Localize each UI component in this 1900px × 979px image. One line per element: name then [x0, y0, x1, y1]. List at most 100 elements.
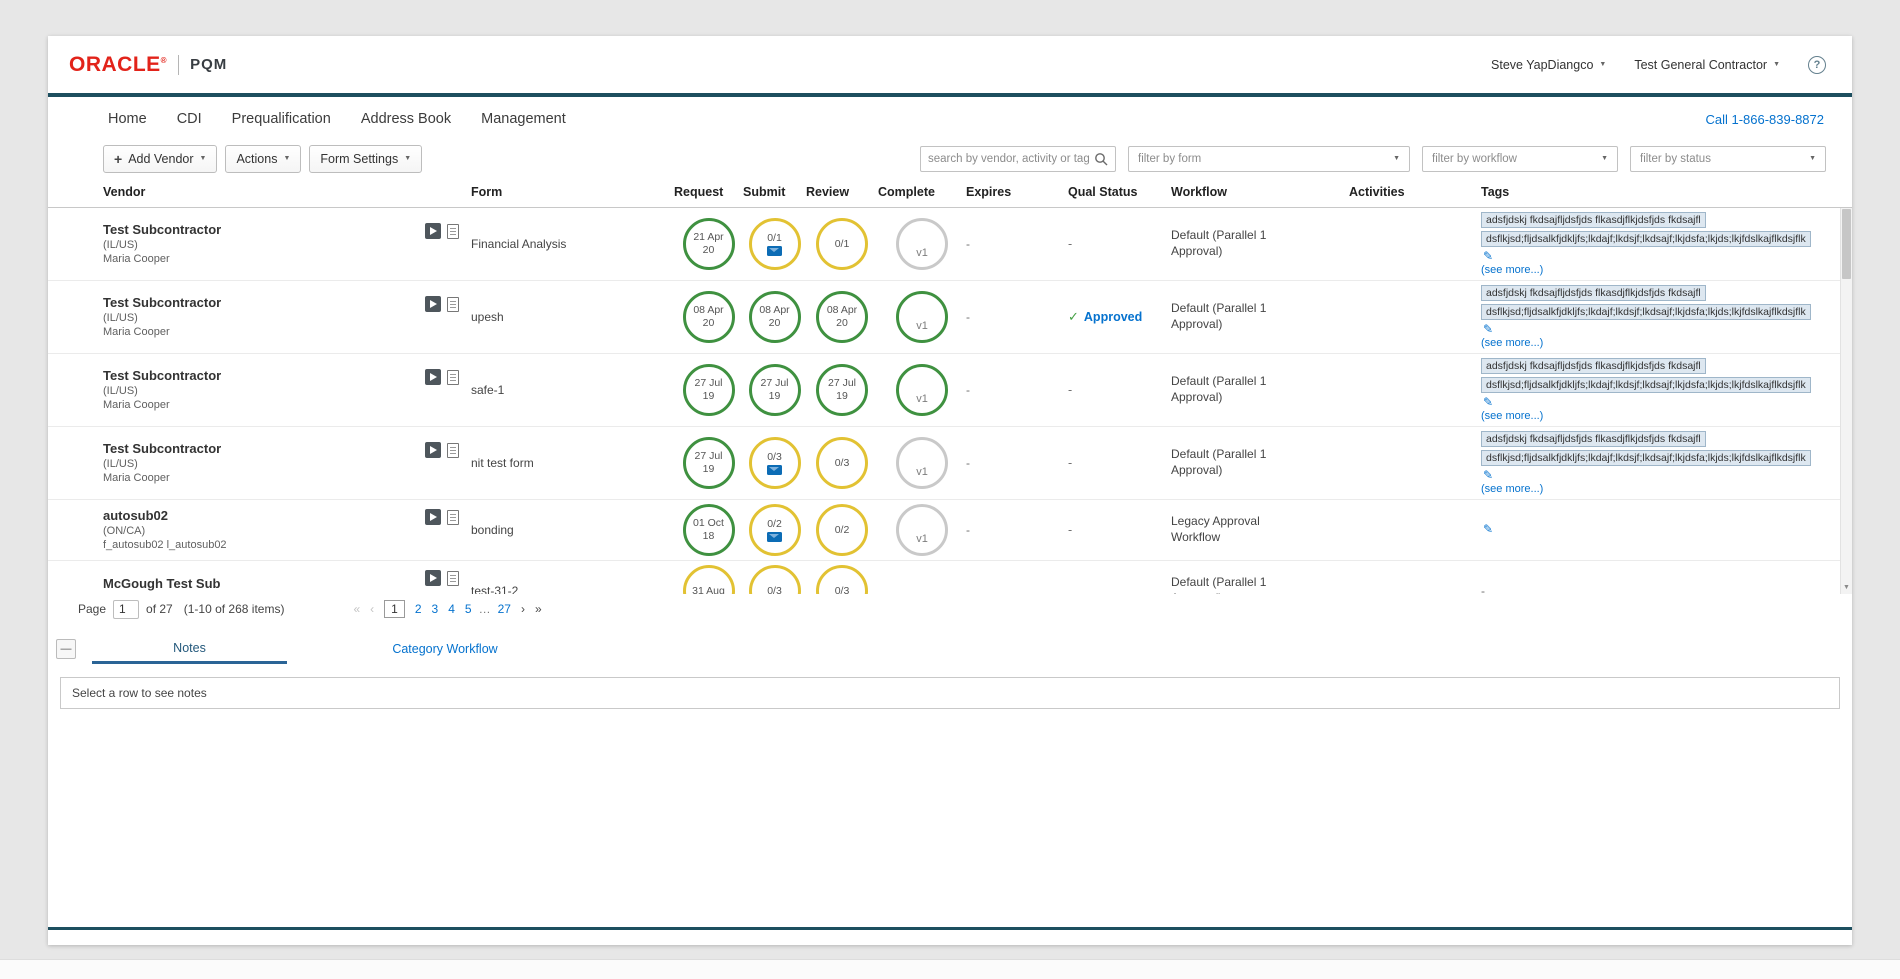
tag-chip[interactable]: adsfjdskj fkdsajfljdsfjds flkasdjflkjdsf…: [1481, 285, 1706, 301]
submit-status-circle[interactable]: 08 Apr20: [749, 291, 801, 343]
scrollbar-thumb[interactable]: [1842, 209, 1851, 279]
vendor-activity-icon[interactable]: [425, 570, 441, 586]
tab-notes[interactable]: Notes: [92, 634, 287, 664]
review-status-circle[interactable]: 0/1: [816, 218, 868, 270]
submit-status-circle[interactable]: 27 Jul19: [749, 364, 801, 416]
page-27-link[interactable]: 27: [498, 602, 511, 616]
vendor-activity-icon[interactable]: [425, 509, 441, 525]
complete-status-circle[interactable]: v1: [896, 218, 948, 270]
nav-item-management[interactable]: Management: [481, 111, 566, 127]
help-icon[interactable]: ?: [1808, 56, 1826, 74]
page-input[interactable]: [113, 600, 139, 619]
complete-status-circle[interactable]: v1: [896, 504, 948, 556]
request-status-circle[interactable]: 27 Jul19: [683, 437, 735, 489]
collapse-panel-button[interactable]: —: [56, 639, 76, 659]
edit-tags-icon[interactable]: ✎: [1483, 523, 1824, 535]
tag-chip[interactable]: adsfjdskj fkdsajfljdsfjds flkasdjflkjdsf…: [1481, 358, 1706, 374]
nav-item-home[interactable]: Home: [108, 111, 147, 127]
review-status-circle[interactable]: 0/3: [816, 565, 868, 594]
table-row[interactable]: Test Subcontractor (IL/US) Maria Cooper …: [48, 208, 1852, 281]
review-status-circle[interactable]: 08 Apr20: [816, 291, 868, 343]
qual-status-value[interactable]: Approved: [1084, 310, 1142, 324]
col-workflow[interactable]: Workflow: [1171, 185, 1349, 199]
nav-item-cdi[interactable]: CDI: [177, 111, 202, 127]
col-submit[interactable]: Submit: [743, 185, 806, 199]
submit-status-circle[interactable]: 0/2: [749, 504, 801, 556]
complete-status-circle[interactable]: v1: [896, 364, 948, 416]
page-3-link[interactable]: 3: [432, 602, 439, 616]
vendor-name[interactable]: Test Subcontractor: [103, 222, 425, 238]
review-status-circle[interactable]: 0/2: [816, 504, 868, 556]
vendor-activity-icon[interactable]: [425, 369, 441, 385]
vendor-name[interactable]: autosub02: [103, 508, 425, 524]
submit-status-circle[interactable]: 0/3: [749, 437, 801, 489]
col-complete[interactable]: Complete: [878, 185, 966, 199]
col-vendor[interactable]: Vendor: [103, 185, 425, 199]
col-review[interactable]: Review: [806, 185, 878, 199]
submit-status-circle[interactable]: 0/3: [749, 565, 801, 594]
col-request[interactable]: Request: [674, 185, 743, 199]
tag-chip[interactable]: dsflkjsd;fljdsalkfjdkljfs;lkdajf;lkdsjf;…: [1481, 231, 1811, 247]
complete-status-circle[interactable]: v1: [896, 437, 948, 489]
call-phone-link[interactable]: Call 1-866-839-8872: [1705, 112, 1824, 127]
request-status-circle[interactable]: 01 Oct18: [683, 504, 735, 556]
search-icon[interactable]: [1094, 152, 1108, 166]
scrollbar-down-arrow-icon[interactable]: ▼: [1841, 581, 1852, 594]
page-2-link[interactable]: 2: [415, 602, 422, 616]
form-settings-button[interactable]: Form Settings ▼: [309, 145, 422, 173]
request-status-circle[interactable]: 21 Apr20: [683, 218, 735, 270]
review-status-circle[interactable]: 27 Jul19: [816, 364, 868, 416]
tag-chip[interactable]: dsflkjsd;fljdsalkfjdkljfs;lkdajf;lkdsjf;…: [1481, 304, 1811, 320]
see-more-link[interactable]: (see more...): [1481, 483, 1824, 495]
table-row[interactable]: McGough Test Sub (MN/US) test-31-2 31 Au…: [48, 561, 1852, 594]
nav-item-prequalification[interactable]: Prequalification: [232, 111, 331, 127]
filter-by-status-dropdown[interactable]: filter by status ▼: [1630, 146, 1826, 172]
table-row[interactable]: Test Subcontractor (IL/US) Maria Cooper …: [48, 354, 1852, 427]
vendor-document-icon[interactable]: [447, 443, 459, 458]
col-tags[interactable]: Tags: [1481, 185, 1838, 199]
table-row[interactable]: Test Subcontractor (IL/US) Maria Cooper …: [48, 427, 1852, 500]
vendor-document-icon[interactable]: [447, 510, 459, 525]
actions-button[interactable]: Actions ▼: [225, 145, 301, 173]
vendor-name[interactable]: Test Subcontractor: [103, 295, 425, 311]
vendor-activity-icon[interactable]: [425, 296, 441, 312]
see-more-link[interactable]: (see more...): [1481, 337, 1824, 349]
complete-status-circle[interactable]: v1: [896, 291, 948, 343]
vendor-name[interactable]: Test Subcontractor: [103, 441, 425, 457]
vendor-document-icon[interactable]: [447, 370, 459, 385]
filter-by-form-dropdown[interactable]: filter by form ▼: [1128, 146, 1410, 172]
review-status-circle[interactable]: 0/3: [816, 437, 868, 489]
vendor-activity-icon[interactable]: [425, 442, 441, 458]
vendor-name[interactable]: McGough Test Sub: [103, 576, 425, 592]
add-vendor-button[interactable]: + Add Vendor ▼: [103, 145, 217, 173]
vendor-document-icon[interactable]: [447, 571, 459, 586]
filter-by-workflow-dropdown[interactable]: filter by workflow ▼: [1422, 146, 1618, 172]
page-4-link[interactable]: 4: [448, 602, 455, 616]
request-status-circle[interactable]: 08 Apr20: [683, 291, 735, 343]
nav-item-address-book[interactable]: Address Book: [361, 111, 451, 127]
submit-status-circle[interactable]: 0/1: [749, 218, 801, 270]
tag-chip[interactable]: dsflkjsd;fljdsalkfjdkljfs;lkdajf;lkdsjf;…: [1481, 377, 1811, 393]
last-page-button[interactable]: »: [535, 602, 542, 616]
request-status-circle[interactable]: 27 Jul19: [683, 364, 735, 416]
tag-chip[interactable]: dsflkjsd;fljdsalkfjdkljfs;lkdajf;lkdsjf;…: [1481, 450, 1811, 466]
oracle-logo[interactable]: ORACLE®: [69, 53, 167, 77]
vertical-scrollbar[interactable]: ▼: [1840, 208, 1852, 594]
request-status-circle[interactable]: 31 Aug: [683, 565, 735, 594]
see-more-link[interactable]: (see more...): [1481, 264, 1824, 276]
account-menu[interactable]: Test General Contractor ▼: [1634, 58, 1780, 72]
edit-tags-icon[interactable]: ✎: [1483, 250, 1824, 262]
page-1-current[interactable]: 1: [384, 600, 405, 618]
col-qual-status[interactable]: Qual Status: [1068, 185, 1171, 199]
vendor-document-icon[interactable]: [447, 297, 459, 312]
page-5-link[interactable]: 5: [465, 602, 472, 616]
col-activities[interactable]: Activities: [1349, 185, 1481, 199]
user-menu[interactable]: Steve YapDiangco ▼: [1491, 58, 1606, 72]
search-input[interactable]: [928, 153, 1094, 165]
next-page-button[interactable]: ›: [521, 602, 525, 616]
edit-tags-icon[interactable]: ✎: [1483, 469, 1824, 481]
vendor-activity-icon[interactable]: [425, 223, 441, 239]
edit-tags-icon[interactable]: ✎: [1483, 396, 1824, 408]
see-more-link[interactable]: (see more...): [1481, 410, 1824, 422]
table-row[interactable]: autosub02 (ON/CA) f_autosub02 l_autosub0…: [48, 500, 1852, 561]
